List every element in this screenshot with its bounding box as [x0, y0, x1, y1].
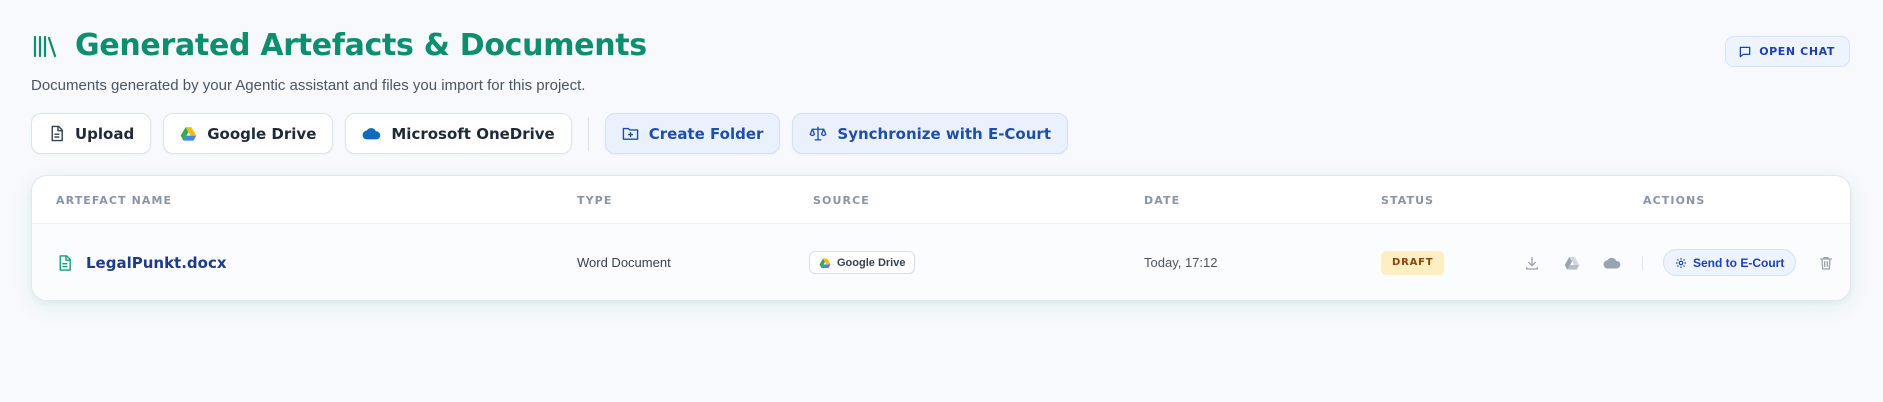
artefact-date: Today, 17:12 — [1144, 255, 1218, 270]
trash-icon[interactable] — [1816, 253, 1836, 273]
toolbar-divider — [587, 116, 589, 151]
message-square-icon — [1738, 45, 1752, 59]
page-subtitle: Documents generated by your Agentic assi… — [31, 77, 586, 94]
artefact-name-cell: LegalPunkt.docx — [56, 224, 227, 300]
status-badge: DRAFT — [1381, 250, 1445, 275]
source-badge: Google Drive — [809, 251, 916, 274]
artefact-name-link[interactable]: LegalPunkt.docx — [86, 254, 227, 272]
scales-icon — [809, 125, 827, 142]
source-cell: Google Drive — [809, 224, 916, 300]
sync-ecourt-label: Synchronize with E-Court — [837, 124, 1051, 143]
sync-ecourt-button[interactable]: Synchronize with E-Court — [792, 113, 1068, 154]
google-drive-icon — [180, 125, 197, 142]
table-row: LegalPunkt.docx Word Document Google Dri… — [32, 224, 1850, 300]
google-drive-icon[interactable] — [1562, 253, 1582, 273]
artefacts-table: ARTEFACT NAME TYPE SOURCE DATE STATUS AC… — [31, 175, 1851, 301]
page-header: Generated Artefacts & Documents Document… — [31, 28, 647, 94]
create-folder-button[interactable]: Create Folder — [604, 113, 781, 154]
source-label: Google Drive — [837, 256, 906, 269]
table-header: ARTEFACT NAME TYPE SOURCE DATE STATUS AC… — [32, 176, 1850, 224]
download-icon[interactable] — [1522, 253, 1542, 273]
send-to-ecourt-label: Send to E-Court — [1693, 255, 1785, 270]
column-header-type: TYPE — [577, 194, 613, 207]
google-drive-label: Google Drive — [207, 124, 317, 143]
column-header-source: SOURCE — [813, 194, 870, 207]
onedrive-label: Microsoft OneDrive — [391, 124, 555, 143]
actions-cell: Send to E-Court — [1522, 224, 1836, 300]
page-title: Generated Artefacts & Documents — [75, 28, 647, 63]
file-text-icon — [56, 254, 73, 272]
folder-plus-icon — [622, 125, 639, 142]
onedrive-button[interactable]: Microsoft OneDrive — [345, 113, 572, 154]
toolbar: Upload Google Drive Microsoft OneDrive C… — [31, 113, 1068, 154]
open-chat-label: OPEN CHAT — [1759, 45, 1835, 58]
open-chat-button[interactable]: OPEN CHAT — [1725, 36, 1850, 67]
create-folder-label: Create Folder — [648, 124, 764, 143]
upload-label: Upload — [75, 124, 135, 143]
cloud-icon — [362, 125, 381, 142]
column-header-date: DATE — [1144, 194, 1181, 207]
library-icon — [31, 32, 59, 60]
type-cell: Word Document — [577, 224, 671, 300]
status-cell: DRAFT — [1381, 224, 1445, 300]
google-drive-icon — [819, 257, 831, 269]
column-header-status: STATUS — [1381, 194, 1435, 207]
cloud-icon[interactable] — [1602, 253, 1622, 273]
gear-icon — [1675, 257, 1687, 269]
artefact-type: Word Document — [577, 255, 671, 270]
column-header-name: ARTEFACT NAME — [56, 194, 173, 207]
file-icon — [48, 125, 65, 142]
actions-divider — [1642, 255, 1643, 270]
date-cell: Today, 17:12 — [1144, 224, 1218, 300]
google-drive-button[interactable]: Google Drive — [163, 113, 334, 154]
column-header-actions: ACTIONS — [1643, 194, 1706, 207]
upload-button[interactable]: Upload — [31, 113, 152, 154]
send-to-ecourt-button[interactable]: Send to E-Court — [1663, 249, 1797, 276]
